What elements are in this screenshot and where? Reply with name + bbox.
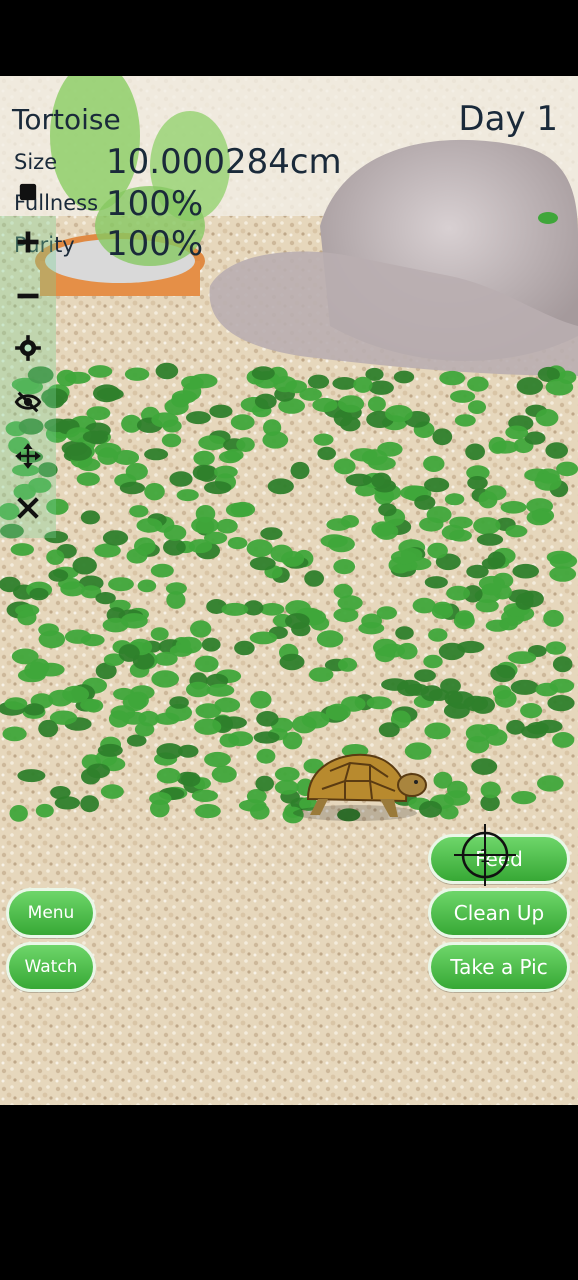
day-counter: Day 1 (458, 99, 558, 139)
move-icon[interactable] (12, 440, 44, 472)
size-label: Size (14, 150, 58, 174)
size-value: 10.000284cm (106, 142, 342, 182)
menu-button[interactable]: Menu (6, 888, 96, 938)
pet-title: Tortoise (12, 103, 121, 136)
fullness-value: 100% (106, 184, 204, 224)
clean-up-button[interactable]: Clean Up (428, 888, 570, 938)
eye-off-icon[interactable] (12, 386, 44, 418)
watch-button[interactable]: Watch (6, 942, 96, 992)
crosshair-label: 1 (479, 846, 490, 867)
take-pic-button[interactable]: Take a Pic (428, 942, 570, 992)
plus-icon[interactable] (12, 226, 44, 258)
purity-value: 100% (106, 224, 204, 264)
tool-strip (0, 216, 56, 538)
game-scene[interactable]: Tortoise Day 1 Size 10.000284cm Fullness… (0, 76, 578, 1105)
crosshair-icon: 1 (452, 822, 518, 888)
stop-icon[interactable] (12, 176, 44, 208)
close-icon[interactable] (12, 492, 44, 524)
gear-icon[interactable] (12, 332, 44, 364)
minus-icon[interactable] (12, 280, 44, 312)
